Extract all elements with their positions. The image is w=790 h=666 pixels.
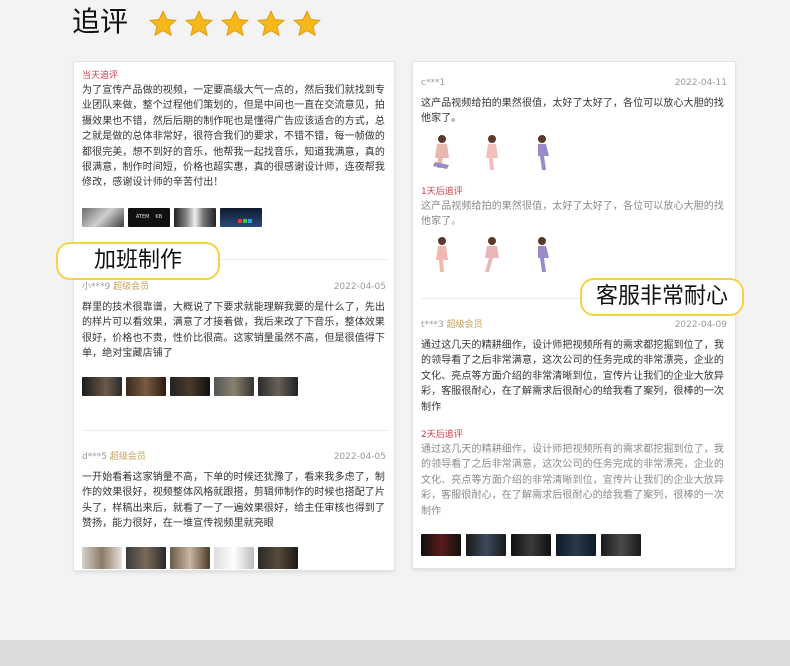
member-badge: 超级会员 [113,282,150,292]
username: c***1 [421,78,446,88]
review-date: 2022-04-11 [674,78,727,88]
username: d***5 [82,452,107,462]
header: 追评 [0,0,790,50]
video-thumbnail[interactable] [170,377,210,396]
star-rating [148,9,322,39]
video-thumbnail[interactable] [214,547,254,569]
review-card-left: 当天追评 为了宣传产品做的视频，一定要高级大气一点的，然后我们就找到专业团队来做… [74,62,394,570]
video-thumbnail[interactable] [82,547,122,569]
video-thumbnail[interactable] [466,534,506,556]
product-photo[interactable] [475,234,509,274]
highlight-bubble: 加班制作 [56,242,220,280]
video-thumbnail[interactable] [421,534,461,556]
video-thumbnail[interactable] [126,547,166,569]
followup-tag: 当天追评 [82,71,119,81]
video-thumbnail[interactable] [214,377,254,396]
followup-text: 通过这几天的精耕细作，设计师把视频所有的需求都挖掘到位了，我的领导看了之后非常满… [421,444,724,517]
video-thumbnail[interactable] [258,377,298,396]
review-date: 2022-04-05 [333,452,386,462]
video-thumbnail[interactable]: ATEM KB [128,208,170,227]
member-badge: 超级会员 [446,320,483,330]
video-thumbnail[interactable] [220,208,262,227]
star-icon [293,10,321,37]
followup-tag: 1天后追评 [421,187,463,197]
review-text: 这产品视频给拍的果然很值，太好了太好了，各位可以放心大胆的找他家了。 [421,98,724,125]
followup-tag: 2天后追评 [421,430,463,440]
star-icon [149,10,177,37]
video-thumbnail[interactable] [174,208,216,227]
thumb-label: ATEM [135,214,150,220]
review-text: 群里的技术很靠谱，大概说了下要求就能理解我要的是什么了，先出的样片可以看效果，满… [82,302,385,360]
thumb-label: KB [155,214,163,220]
review-text: 通过这几天的精耕细作，设计师把视频所有的需求都挖掘到位了，我的领导看了之后非常满… [421,340,724,413]
video-thumbnail[interactable] [126,377,166,396]
divider [82,430,388,431]
product-photo[interactable] [425,234,459,274]
star-icon [257,10,285,37]
star-icon [221,10,249,37]
user-meta: d***5 超级会员 [82,451,146,463]
product-photo[interactable] [525,132,559,172]
page-title: 追评 [72,5,129,38]
member-badge: 超级会员 [109,452,146,462]
video-thumbnail[interactable] [82,208,124,227]
video-thumbnail[interactable] [556,534,596,556]
review-date: 2022-04-09 [674,320,727,330]
followup-text: 这产品视频给拍的果然很值，太好了太好了，各位可以放心大胆的找他家了。 [421,201,724,228]
video-thumbnail[interactable] [82,377,122,396]
review-date: 2022-04-05 [333,282,386,292]
product-photo[interactable] [425,132,459,172]
product-photo[interactable] [525,234,559,274]
highlight-bubble: 客服非常耐心 [580,278,744,316]
username: t***3 [421,320,444,330]
video-thumbnail[interactable] [601,534,641,556]
video-thumbnail[interactable] [170,547,210,569]
video-thumbnail[interactable] [258,547,298,569]
footer-bar [0,640,790,666]
star-icon [185,10,213,37]
username: 小***9 [82,282,111,292]
review-text: 为了宣传产品做的视频，一定要高级大气一点的，然后我们就找到专业团队来做，整个过程… [82,85,385,189]
video-thumbnail[interactable] [511,534,551,556]
user-meta: t***3 超级会员 [421,319,483,331]
product-photo[interactable] [475,132,509,172]
user-meta: 小***9 超级会员 [82,281,149,293]
review-text: 一开始看着这家销量不高，下单的时候还犹豫了，看来我多虑了，制作的效果很好，视频整… [82,472,385,530]
